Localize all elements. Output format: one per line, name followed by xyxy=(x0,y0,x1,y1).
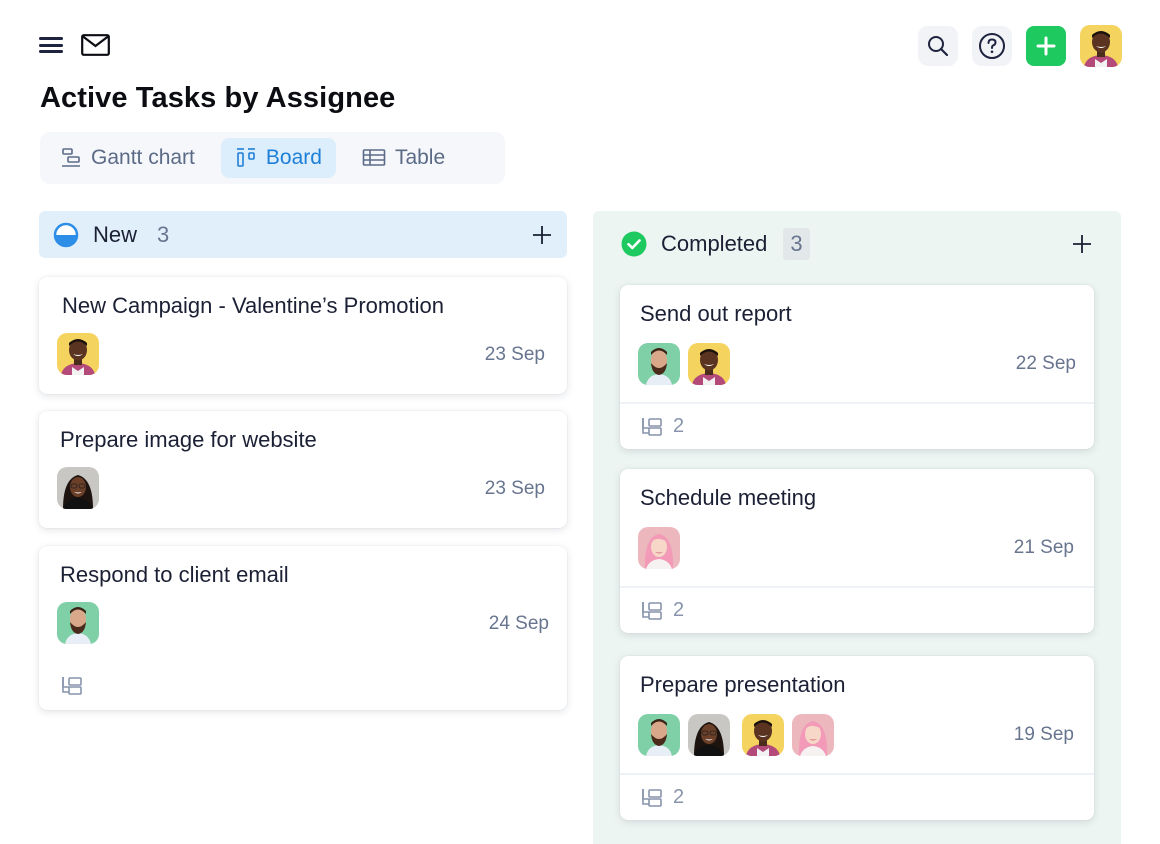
card-divider xyxy=(620,586,1094,588)
header-actions xyxy=(918,25,1122,67)
help-button[interactable] xyxy=(972,26,1012,66)
subtasks-count: 2 xyxy=(673,786,685,808)
task-title: Prepare image for website xyxy=(60,427,317,452)
column-completed-title: Completed xyxy=(661,231,768,256)
subtasks-count: 2 xyxy=(673,415,685,437)
subtasks-indicator[interactable] xyxy=(61,675,83,697)
due-date: 23 Sep xyxy=(484,478,545,499)
task-card[interactable]: New Campaign - Valentine’s Promotion 23 … xyxy=(39,277,567,394)
column-new-header: New 3 xyxy=(39,211,567,258)
due-date: 19 Sep xyxy=(1013,724,1074,745)
assignee-avatar[interactable] xyxy=(638,527,680,569)
subtasks-indicator[interactable]: 2 xyxy=(641,786,684,809)
assignee-avatar[interactable] xyxy=(688,714,730,756)
help-circle-icon xyxy=(979,33,1005,59)
task-card[interactable]: Prepare image for website 23 Sep xyxy=(39,411,567,528)
task-title: Prepare presentation xyxy=(640,672,846,697)
subtasks-count: 2 xyxy=(673,599,685,621)
search-icon xyxy=(928,36,949,57)
add-new-button[interactable] xyxy=(1026,26,1066,66)
assignee-avatar[interactable] xyxy=(638,714,680,756)
table-icon xyxy=(362,149,386,166)
assignee-list xyxy=(638,714,834,756)
hamburger-menu-icon[interactable] xyxy=(39,37,63,55)
search-button[interactable] xyxy=(918,26,958,66)
task-title: Respond to client email xyxy=(60,562,289,587)
add-task-new-button[interactable] xyxy=(531,224,553,246)
card-divider xyxy=(620,773,1094,775)
tab-table[interactable]: Table xyxy=(348,138,459,178)
task-title: Schedule meeting xyxy=(640,485,817,510)
assignee-avatar[interactable] xyxy=(792,714,834,756)
task-title: Send out report xyxy=(640,301,792,326)
due-date: 22 Sep xyxy=(1015,353,1076,374)
assignee-list xyxy=(57,467,99,509)
column-new-title: New xyxy=(93,221,138,247)
assignee-avatar[interactable] xyxy=(57,467,99,509)
tab-gantt-label: Gantt chart xyxy=(91,146,195,169)
column-completed-count: 3 xyxy=(783,228,810,260)
subtasks-icon xyxy=(641,787,663,809)
card-divider xyxy=(620,402,1094,404)
page-title: Active Tasks by Assignee xyxy=(40,82,396,114)
due-date: 23 Sep xyxy=(484,344,545,365)
user-avatar[interactable] xyxy=(1080,25,1122,67)
assignee-avatar[interactable] xyxy=(57,602,99,644)
mail-icon[interactable] xyxy=(81,34,110,56)
task-card[interactable]: Schedule meeting 21 Sep 2 xyxy=(620,469,1094,633)
task-title: New Campaign - Valentine’s Promotion xyxy=(62,293,444,318)
subtasks-icon xyxy=(641,416,663,438)
tab-board[interactable]: Board xyxy=(220,138,336,178)
plus-icon xyxy=(1036,36,1056,56)
plus-icon xyxy=(1073,235,1091,253)
assignee-list xyxy=(638,343,730,385)
tab-gantt-chart[interactable]: Gantt chart xyxy=(46,138,209,178)
assignee-list xyxy=(57,602,99,644)
assignee-list xyxy=(638,527,680,569)
column-new: New 3 xyxy=(39,211,567,258)
due-date: 21 Sep xyxy=(1013,537,1074,558)
task-card[interactable]: Prepare presentation 19 Sep 2 xyxy=(620,656,1094,820)
subtasks-icon xyxy=(61,675,83,697)
top-bar xyxy=(0,0,1160,90)
subtasks-indicator[interactable]: 2 xyxy=(641,599,684,622)
task-card[interactable]: Send out report 22 Sep 2 xyxy=(620,285,1094,449)
tab-table-label: Table xyxy=(394,146,446,169)
add-task-completed-button[interactable] xyxy=(1071,233,1093,255)
check-circle-icon xyxy=(621,231,647,257)
view-switcher: Gantt chart Board Table xyxy=(40,132,505,184)
half-circle-status-icon xyxy=(53,222,79,247)
assignee-avatar[interactable] xyxy=(742,714,784,756)
board-icon xyxy=(236,148,255,167)
assignee-avatar[interactable] xyxy=(57,333,99,375)
column-completed-header: Completed 3 xyxy=(593,211,1121,277)
task-card[interactable]: Respond to client email 24 Sep xyxy=(39,546,567,710)
assignee-avatar[interactable] xyxy=(638,343,680,385)
assignee-avatar[interactable] xyxy=(688,343,730,385)
tab-board-label: Board xyxy=(265,146,322,169)
subtasks-icon xyxy=(641,600,663,622)
gantt-icon xyxy=(62,148,80,167)
due-date: 24 Sep xyxy=(488,613,549,634)
assignee-list xyxy=(57,333,99,375)
plus-icon xyxy=(533,225,551,244)
subtasks-indicator[interactable]: 2 xyxy=(641,415,684,438)
column-new-count: 3 xyxy=(157,221,170,247)
